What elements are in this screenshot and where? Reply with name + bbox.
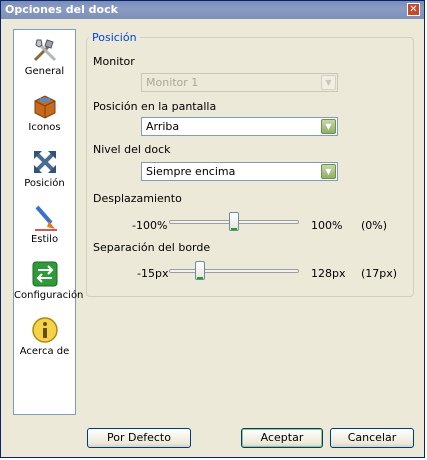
screen-position-select[interactable]: Arriba ▼ [141,117,338,136]
close-icon[interactable]: ✕ [407,3,420,16]
sidebar-item-posicion[interactable]: Posición [14,144,75,200]
cancel-button[interactable]: Cancelar [330,428,414,448]
offset-label: Desplazamiento [93,192,182,205]
sidebar-item-label: Acerca de [19,346,70,357]
package-icon [31,92,59,120]
config-arrows-icon [31,260,59,288]
dock-level-label: Nivel del dock [93,143,171,156]
info-icon [31,316,59,344]
chevron-down-icon: ▼ [321,75,336,90]
chevron-down-icon[interactable]: ▼ [321,164,336,179]
sidebar-item-label: Configuración [14,290,84,301]
accept-button[interactable]: Aceptar [241,428,323,448]
sidebar-item-label: Estilo [30,234,59,245]
margin-current: (17px) [361,267,398,280]
chevron-down-icon[interactable]: ▼ [321,119,336,134]
monitor-select[interactable]: Monitor 1 ▼ [141,73,338,92]
sidebar: General Iconos Posición Estilo Configura… [13,29,84,415]
margin-slider[interactable] [169,269,299,273]
offset-slider-thumb[interactable] [229,212,239,231]
dock-options-window: Opciones del dock ✕ General Iconos Posic… [0,0,425,458]
sidebar-item-estilo[interactable]: Estilo [14,200,75,256]
offset-current: (0%) [361,219,388,232]
move-arrows-icon [31,148,59,176]
dock-level-value: Siempre encima [146,165,236,178]
group-legend: Posición [89,31,140,44]
defaults-button[interactable]: Por Defecto [87,428,191,448]
sidebar-item-iconos[interactable]: Iconos [14,88,75,144]
offset-max: 100% [311,219,343,232]
margin-label: Separación del borde [93,241,211,254]
tools-icon [31,36,59,64]
offset-min: -100% [132,219,168,232]
sidebar-item-general[interactable]: General [14,32,75,88]
title-bar: Opciones del dock ✕ [1,1,424,19]
sidebar-item-label: Iconos [28,122,61,133]
monitor-label: Monitor [93,55,135,68]
sidebar-item-label: Posición [24,178,65,189]
sidebar-item-configuracion[interactable]: Configuración [14,256,84,312]
dock-level-select[interactable]: Siempre encima ▼ [141,162,338,181]
screen-position-label: Posición en la pantalla [93,100,217,113]
window-title: Opciones del dock [5,3,118,16]
paintbrush-icon [31,204,59,232]
screen-position-value: Arriba [146,120,180,133]
margin-slider-thumb[interactable] [195,261,206,280]
sidebar-item-label: General [24,66,65,77]
margin-max: 128px [311,267,346,280]
monitor-value: Monitor 1 [146,76,199,89]
margin-min: -15px [137,267,169,280]
sidebar-item-acerca[interactable]: Acerca de [14,312,75,368]
